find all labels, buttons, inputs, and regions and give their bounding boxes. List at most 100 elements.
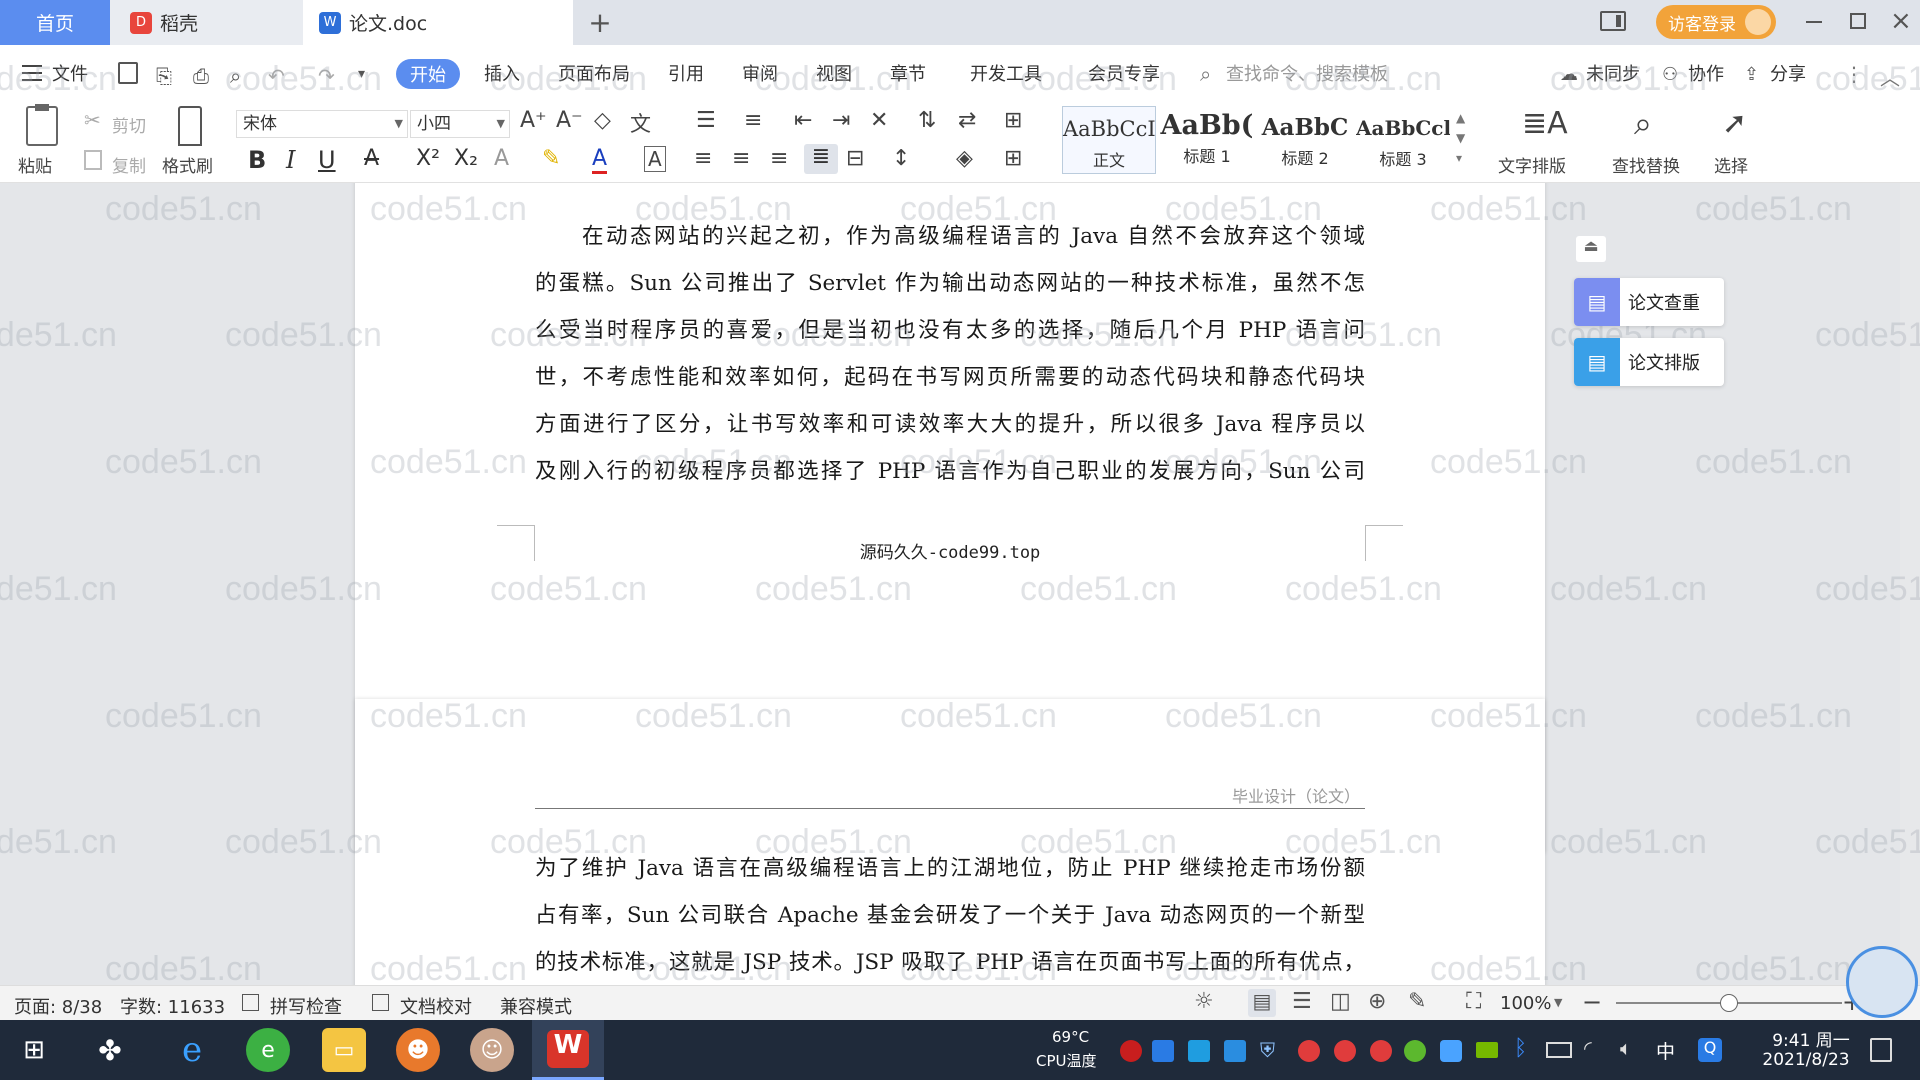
output-pdf-icon[interactable]: ⎘ xyxy=(156,64,172,88)
shading-icon[interactable]: ◈ xyxy=(956,146,973,171)
zoom-slider-knob[interactable] xyxy=(1720,994,1738,1012)
line-spacing-icon[interactable]: ↕ xyxy=(892,146,910,171)
tab-view[interactable]: 视图 xyxy=(816,62,852,88)
volume-icon[interactable]: 🔈︎ xyxy=(1620,1036,1632,1060)
menu-hamburger-icon[interactable] xyxy=(22,65,42,81)
fit-page-icon[interactable]: ⛶ xyxy=(1466,989,1481,1014)
find-replace-label[interactable]: 查找替换 xyxy=(1612,152,1680,177)
battery-icon[interactable] xyxy=(1546,1042,1572,1058)
styles-scroll-icon[interactable]: ▲ ▼ ▾ xyxy=(1456,108,1465,168)
increase-font-icon[interactable]: A⁺ xyxy=(520,108,547,133)
zoom-out-icon[interactable]: − xyxy=(1582,988,1602,1016)
reading-view-icon[interactable]: ◫ xyxy=(1330,989,1351,1014)
bold-icon[interactable]: B xyxy=(248,146,266,174)
cut-icon[interactable]: ✂ xyxy=(84,108,101,132)
word-count[interactable]: 字数: 11633 xyxy=(120,993,225,1019)
ie-browser-icon[interactable]: e xyxy=(170,1028,214,1072)
tab-home[interactable]: 首页 xyxy=(0,0,110,45)
tab-references[interactable]: 引用 xyxy=(668,62,704,88)
document-page-9[interactable] xyxy=(355,699,1545,985)
qq-icon[interactable] xyxy=(1334,1040,1356,1062)
justify-icon[interactable]: ≣ xyxy=(804,144,838,174)
close-window-icon[interactable]: × xyxy=(1890,6,1912,36)
cut-label[interactable]: 剪切 xyxy=(112,112,146,137)
outline-view-icon[interactable]: ☰ xyxy=(1292,989,1312,1014)
tray-green-icon[interactable] xyxy=(1404,1040,1426,1062)
tab-page-layout[interactable]: 页面布局 xyxy=(558,62,630,88)
print-icon[interactable]: ⎙ xyxy=(193,64,209,88)
clock-time[interactable]: 9:41 周一 xyxy=(1756,1026,1866,1051)
tab-document[interactable]: W 论文.doc xyxy=(303,0,573,45)
file-menu[interactable]: 文件 xyxy=(52,62,88,88)
collapse-ribbon-icon[interactable]: ︿ xyxy=(1880,62,1900,91)
command-search-input[interactable]: 查找命令、搜索模板 xyxy=(1226,62,1388,88)
photo-app-icon[interactable]: ☺ xyxy=(470,1028,514,1072)
tray-app-icon[interactable] xyxy=(1152,1040,1174,1062)
zoom-level[interactable]: 100% xyxy=(1500,993,1551,1014)
chinese-layout-icon[interactable]: ✕ xyxy=(870,108,888,133)
style-normal[interactable]: AaBbCcI 正文 xyxy=(1062,106,1156,174)
tab-developer[interactable]: 开发工具 xyxy=(970,62,1042,88)
tab-stops-icon[interactable]: ⊞ xyxy=(1004,108,1022,133)
show-marks-icon[interactable]: ⇄ xyxy=(958,108,976,133)
bullet-list-icon[interactable]: ☰ xyxy=(696,108,716,133)
qq-icon[interactable] xyxy=(1298,1040,1320,1062)
tab-review[interactable]: 审阅 xyxy=(742,62,778,88)
undo-icon[interactable]: ↶ xyxy=(268,64,285,88)
copy-label[interactable]: 复制 xyxy=(112,152,146,177)
align-center-icon[interactable]: ≡ xyxy=(732,146,750,171)
zoom-dropdown-icon[interactable]: ▼ xyxy=(1554,996,1562,1009)
text-layout-icon[interactable]: ≣A xyxy=(1522,106,1568,141)
paste-label[interactable]: 粘贴 xyxy=(18,152,52,177)
search-app-icon[interactable]: Q xyxy=(1698,1038,1722,1062)
style-heading-1[interactable]: AaBb( 标题 1 xyxy=(1160,106,1254,174)
print-preview-icon[interactable]: ⌕ xyxy=(230,64,241,88)
redo-icon[interactable]: ↷ xyxy=(318,64,335,88)
decrease-font-icon[interactable]: A⁻ xyxy=(556,108,583,133)
spell-check-button[interactable]: 拼写检查 xyxy=(270,993,342,1019)
write-mode-icon[interactable]: ✎ xyxy=(1408,989,1426,1014)
style-heading-3[interactable]: AaBbCcl 标题 3 xyxy=(1356,106,1450,174)
char-border-icon[interactable]: A xyxy=(644,146,666,172)
sync-button[interactable]: 未同步 xyxy=(1586,62,1640,88)
format-painter-icon[interactable] xyxy=(178,106,202,146)
decrease-indent-icon[interactable]: ⇤ xyxy=(794,108,812,133)
web-view-icon[interactable]: ⊕ xyxy=(1368,989,1386,1014)
tab-start[interactable]: 开始 xyxy=(396,59,460,89)
phonetic-guide-icon[interactable]: 文 xyxy=(630,108,651,138)
subscript-icon[interactable]: X₂ xyxy=(454,146,478,171)
underline-icon[interactable]: U xyxy=(318,146,336,174)
select-cursor-icon[interactable]: ➚ xyxy=(1722,106,1747,141)
guest-login-button[interactable]: 访客登录 xyxy=(1656,5,1776,39)
find-replace-icon[interactable]: ⌕ xyxy=(1634,104,1652,143)
qq-icon[interactable] xyxy=(1370,1040,1392,1062)
page-view-icon[interactable]: ▤ xyxy=(1248,989,1276,1017)
notification-center-icon[interactable] xyxy=(1870,1038,1892,1062)
wps-taskbar-item[interactable]: W xyxy=(532,1020,604,1080)
pinwheel-app-icon[interactable]: ✤ xyxy=(88,1028,132,1072)
quick-access-dropdown-icon[interactable]: ▾ xyxy=(358,66,365,82)
eye-protection-icon[interactable]: ☼ xyxy=(1194,989,1214,1014)
align-left-icon[interactable]: ≡ xyxy=(694,146,712,171)
chat-app-icon[interactable]: ☻ xyxy=(396,1028,440,1072)
restore-icon[interactable] xyxy=(1850,13,1866,29)
nvidia-icon[interactable] xyxy=(1476,1042,1498,1058)
distributed-align-icon[interactable]: ⊟ xyxy=(846,146,864,171)
tab-insert[interactable]: 插入 xyxy=(484,62,520,88)
save-icon[interactable] xyxy=(118,62,138,84)
borders-icon[interactable]: ⊞ xyxy=(1004,146,1022,171)
sort-icon[interactable]: ⇅ xyxy=(918,108,936,133)
font-size-select[interactable]: 小四 ▼ xyxy=(410,110,510,138)
browser-360-icon[interactable]: e xyxy=(246,1028,290,1072)
superscript-icon[interactable]: X² xyxy=(416,146,440,171)
assistant-bot-icon[interactable] xyxy=(1846,946,1918,1018)
font-name-select[interactable]: 宋体 ▼ xyxy=(236,110,408,138)
tray-app-icon[interactable] xyxy=(1188,1040,1210,1062)
share-button[interactable]: 分享 xyxy=(1770,62,1806,88)
italic-icon[interactable]: I xyxy=(286,146,295,174)
paste-icon[interactable] xyxy=(26,104,58,146)
tray-app-icon[interactable] xyxy=(1120,1040,1142,1062)
doc-proof-button[interactable]: 文档校对 xyxy=(400,993,472,1019)
align-right-icon[interactable]: ≡ xyxy=(770,146,788,171)
bluetooth-icon[interactable]: ᛒ xyxy=(1514,1036,1527,1061)
